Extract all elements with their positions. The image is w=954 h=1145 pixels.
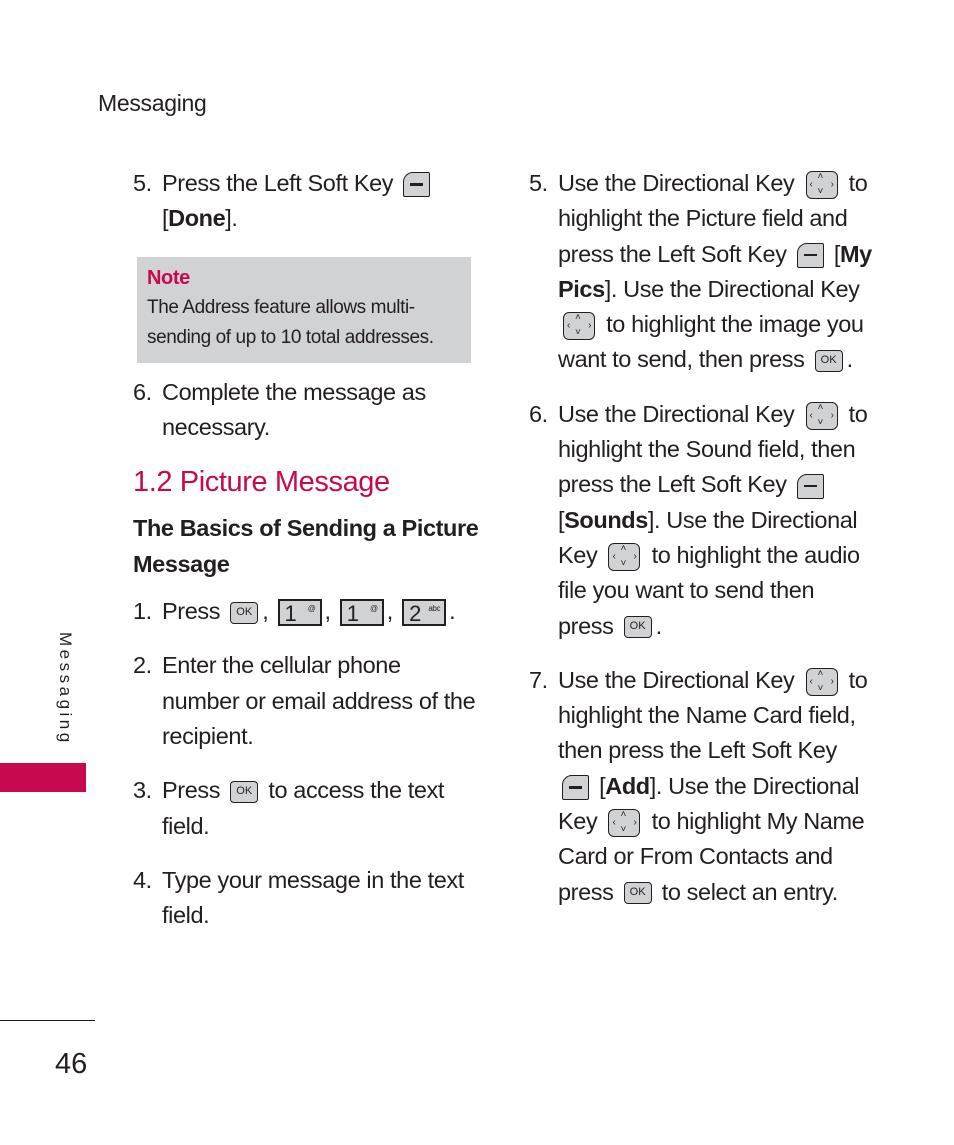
key-1-icon: 1 @: [277, 599, 322, 627]
directional-key-icon: ˄ ˅ ‹ ›: [608, 542, 641, 571]
sidebar-chapter-label: Messaging: [56, 632, 75, 746]
right-column: 5. Use the Directional Key ˄ ˅ ‹ › to highl…: [529, 166, 874, 929]
left-soft-key-icon: [562, 775, 589, 801]
directional-key-icon: ˄ ˅ ‹ ›: [563, 311, 595, 340]
section-title: 1.2 Picture Message: [133, 466, 390, 499]
directional-key-icon: ˄ ˅ ‹ ›: [805, 667, 838, 696]
left-soft-key-icon: [796, 242, 824, 268]
step-complete: 6. Complete the message as necessary.: [133, 378, 426, 440]
chapter-tab-marker: [0, 763, 86, 792]
left-soft-key-icon: [796, 473, 824, 499]
step-enter-recipient: 2. Enter the cellular phone number or em…: [133, 652, 476, 750]
running-header: Messaging: [98, 90, 207, 116]
directional-key-icon: ˄ ˅ ‹ ›: [805, 170, 838, 199]
step-press-keys: 1. Press OK, 1 @, 1 @, 2 abc.: [133, 598, 456, 627]
left-column: 5. Press the Left Soft Key [Done]. Note …: [133, 166, 483, 953]
directional-key-icon: ˄ ˅ ‹ ›: [608, 808, 641, 837]
step-picture: 5. Use the Directional Key ˄ ˅ ‹ › to highl…: [529, 170, 872, 373]
step-done: 5. Press the Left Soft Key [Done].: [133, 166, 483, 237]
ok-key-icon: OK: [814, 350, 843, 373]
subsection-title: The Basics of Sending a Picture Message: [133, 515, 479, 578]
note-text: The Address feature allows multi-sending…: [147, 296, 434, 348]
page-number: 46: [55, 1048, 88, 1080]
step-name-card: 7. Use the Directional Key ˄ ˅ ‹ › to highl…: [529, 666, 868, 905]
ok-key-icon: OK: [230, 601, 259, 624]
left-soft-key-icon: [403, 172, 431, 198]
footer-divider: [0, 1020, 95, 1021]
ok-key-icon: OK: [230, 781, 259, 804]
step-sound: 6. Use the Directional Key ˄ ˅ ‹ › to highl…: [529, 400, 868, 639]
key-2-icon: 2 abc: [402, 599, 447, 627]
step-type-message: 4. Type your message in the text field.: [133, 866, 464, 929]
step-number: 5.: [133, 170, 152, 196]
note-box: Note The Address feature allows multi-se…: [137, 256, 471, 363]
ok-key-icon: OK: [623, 882, 652, 905]
key-1-icon: 1 @: [339, 599, 384, 627]
note-title: Note: [147, 266, 190, 289]
step-access-text: 3. Press OK to access the text field.: [133, 777, 445, 839]
ok-key-icon: OK: [623, 616, 652, 639]
directional-key-icon: ˄ ˅ ‹ ›: [805, 401, 838, 430]
